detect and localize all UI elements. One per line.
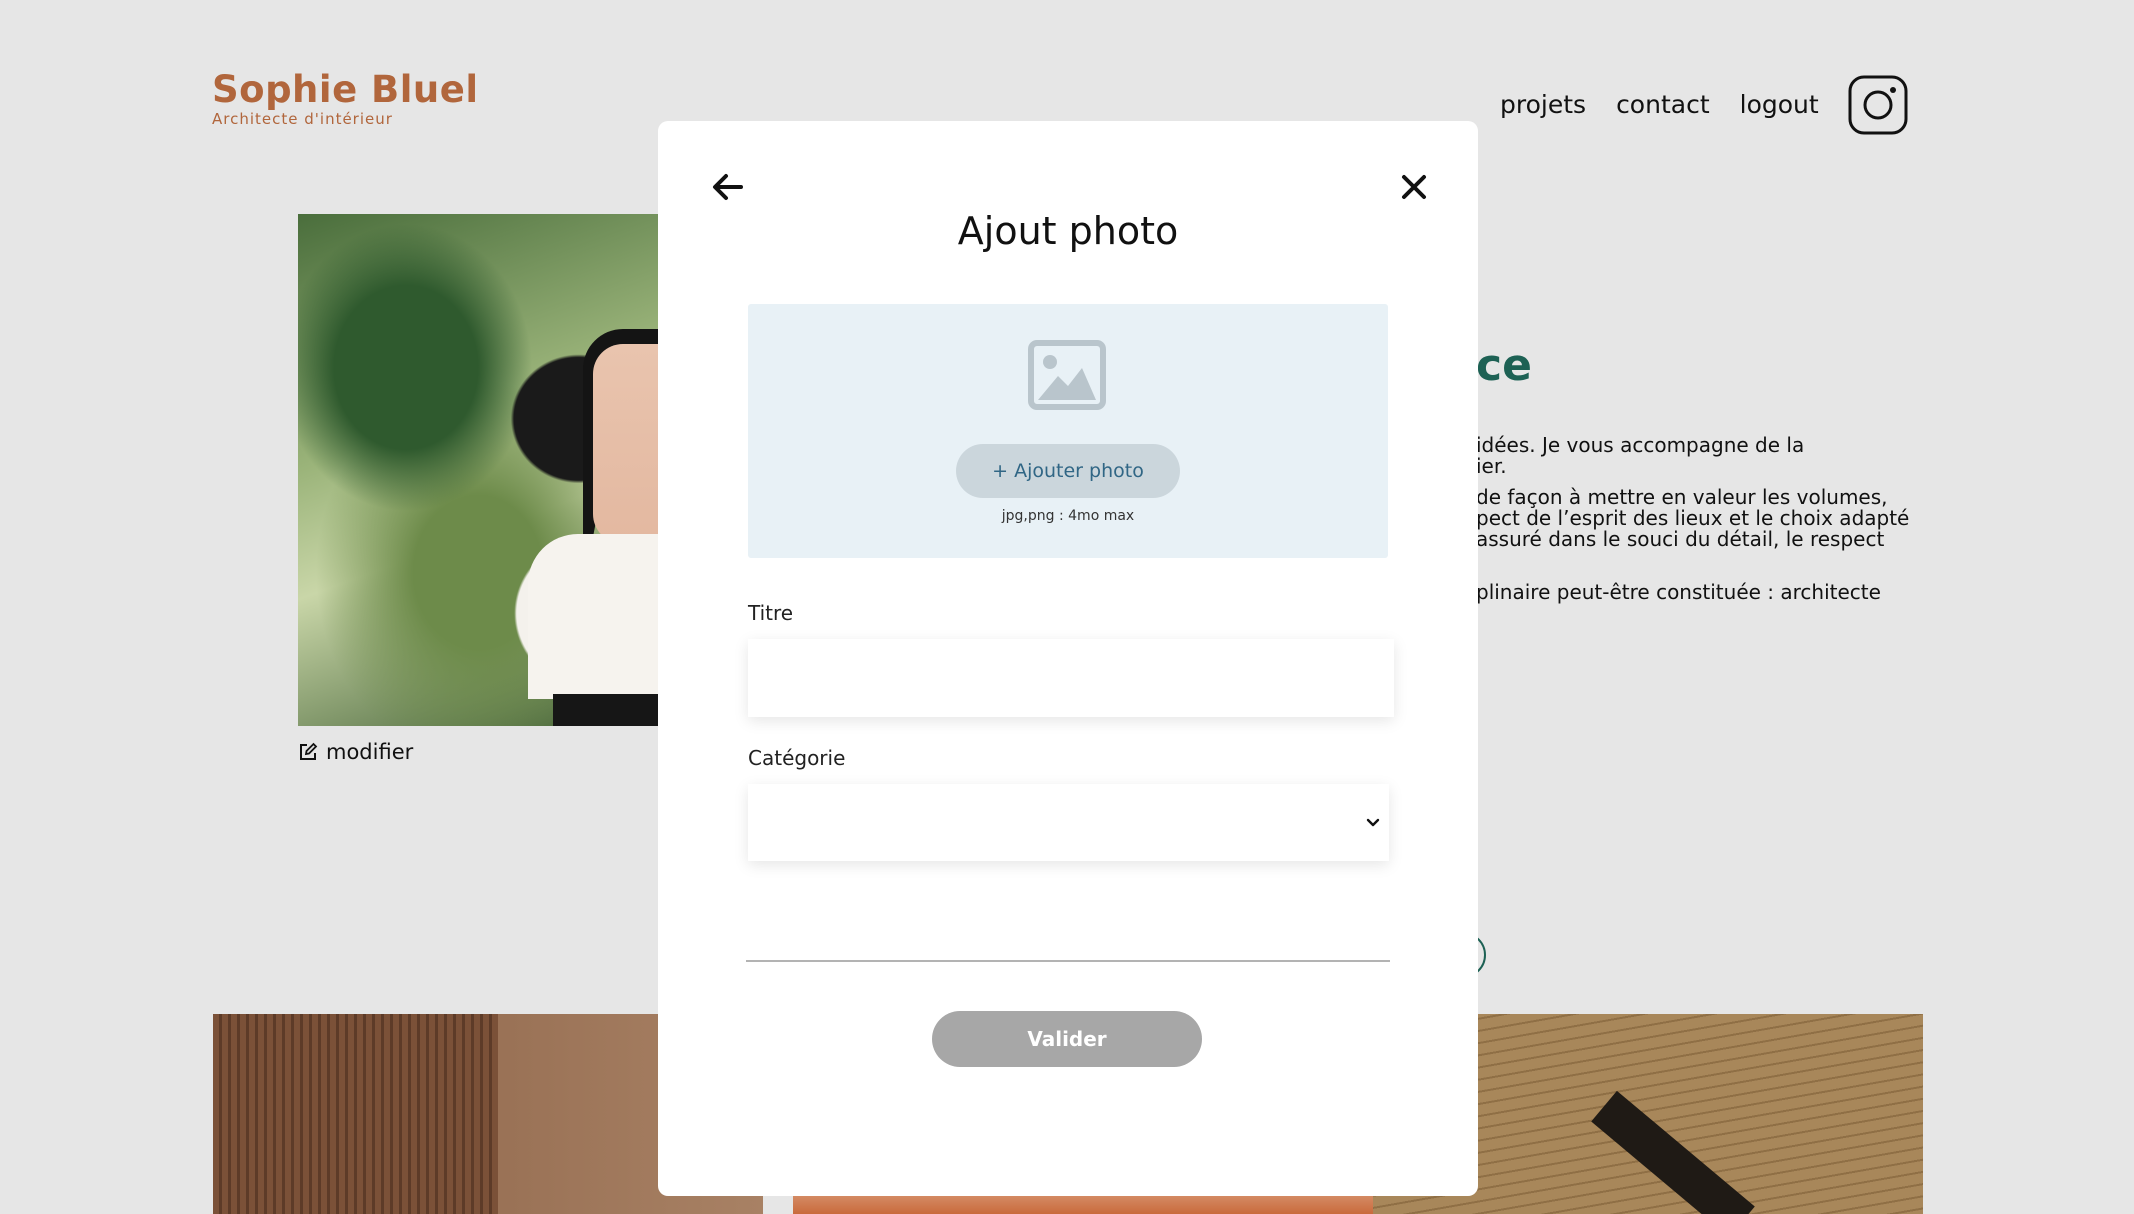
file-format-hint: jpg,png : 4mo max <box>1001 508 1135 524</box>
modal-title: Ajout photo <box>957 209 1179 253</box>
category-label: Catégorie <box>748 746 846 770</box>
title-input[interactable] <box>748 639 1394 717</box>
submit-button[interactable]: Valider <box>932 1011 1202 1067</box>
add-photo-modal: Ajout photo + Ajouter photo jpg,png : 4m… <box>658 121 1478 1196</box>
close-icon[interactable] <box>1396 169 1432 205</box>
add-photo-button[interactable]: + Ajouter photo <box>956 444 1180 498</box>
title-label: Titre <box>748 601 794 625</box>
category-select[interactable] <box>748 784 1389 861</box>
image-icon <box>1028 340 1106 410</box>
divider <box>746 960 1390 962</box>
chevron-down-icon <box>1366 818 1380 827</box>
arrow-left-icon[interactable] <box>710 169 746 205</box>
photo-dropzone[interactable]: + Ajouter photo jpg,png : 4mo max <box>748 304 1388 558</box>
